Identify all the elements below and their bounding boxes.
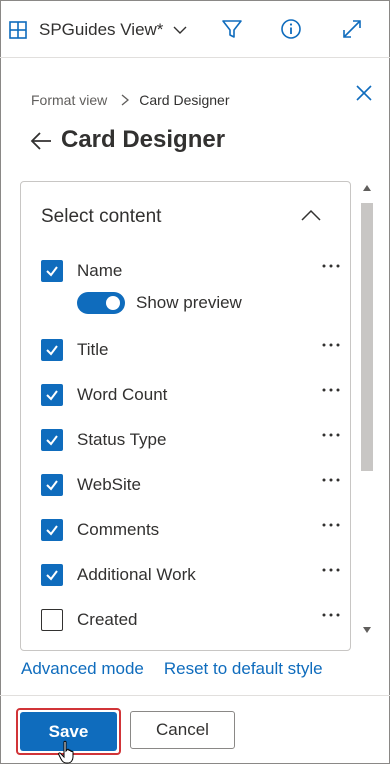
show-preview-toggle-row[interactable]: Show preview: [77, 290, 242, 316]
more-options-icon[interactable]: [321, 612, 341, 618]
field-label: WebSite: [77, 475, 141, 494]
more-options-icon[interactable]: [321, 342, 341, 348]
field-label: Name: [77, 261, 123, 280]
info-button[interactable]: [279, 17, 303, 41]
page-title: Card Designer: [61, 126, 226, 153]
expand-button[interactable]: [340, 17, 364, 41]
field-row-word-count[interactable]: Word Count: [41, 381, 340, 409]
back-arrow-icon[interactable]: [30, 131, 52, 151]
field-row-title[interactable]: Title: [41, 336, 340, 364]
view-name: SPGuides View*: [39, 20, 164, 39]
checkbox-checked[interactable]: [41, 260, 63, 282]
field-row-status-type[interactable]: Status Type: [41, 426, 340, 454]
vertical-scrollbar[interactable]: [358, 181, 376, 637]
breadcrumb-format-view[interactable]: Format view: [31, 92, 107, 108]
scroll-up-arrow-icon[interactable]: [363, 185, 371, 191]
checkbox-checked[interactable]: [41, 429, 63, 451]
field-label: Status Type: [77, 430, 167, 449]
checkbox-unchecked[interactable]: [41, 609, 63, 631]
checkmark-icon: [46, 435, 58, 446]
chevron-right-icon: [121, 94, 130, 106]
hand-pointer-cursor-icon: [58, 740, 74, 764]
checkbox-checked[interactable]: [41, 564, 63, 586]
select-content-section: Select content Name Show preview Title W…: [20, 181, 351, 651]
checkmark-icon: [46, 390, 58, 401]
expand-icon: [343, 20, 361, 38]
view-switcher[interactable]: SPGuides View*: [9, 16, 187, 44]
toggle-label: Show preview: [136, 293, 242, 312]
breadcrumb-current: Card Designer: [139, 92, 230, 108]
cancel-button[interactable]: Cancel: [130, 711, 235, 749]
mode-links: Advanced mode Reset to default style: [21, 659, 323, 679]
checkmark-icon: [46, 570, 58, 581]
grid-view-icon: [9, 21, 27, 39]
chevron-up-icon[interactable]: [301, 208, 321, 222]
field-label: Comments: [77, 520, 160, 539]
more-options-icon[interactable]: [321, 567, 341, 573]
section-heading: Select content: [41, 206, 162, 227]
field-row-name[interactable]: Name: [41, 257, 340, 285]
more-options-icon[interactable]: [321, 477, 341, 483]
checkmark-icon: [46, 480, 58, 491]
filter-icon: [222, 20, 242, 38]
scroll-down-arrow-icon[interactable]: [363, 627, 371, 633]
field-row-additional-work[interactable]: Additional Work: [41, 561, 340, 589]
advanced-mode-link[interactable]: Advanced mode: [21, 659, 144, 679]
breadcrumb: Format view Card Designer: [31, 92, 230, 108]
checkbox-checked[interactable]: [41, 519, 63, 541]
checkbox-checked[interactable]: [41, 339, 63, 361]
field-row-comments[interactable]: Comments: [41, 516, 340, 544]
close-icon[interactable]: [354, 83, 374, 103]
field-row-created[interactable]: Created: [41, 606, 340, 634]
more-options-icon[interactable]: [321, 263, 341, 269]
more-options-icon[interactable]: [321, 432, 341, 438]
filter-button[interactable]: [220, 17, 244, 41]
checkmark-icon: [46, 266, 58, 277]
scrollbar-thumb[interactable]: [361, 203, 373, 471]
show-preview-toggle[interactable]: [77, 292, 125, 314]
field-label: Additional Work: [77, 565, 196, 584]
checkbox-checked[interactable]: [41, 384, 63, 406]
checkmark-icon: [46, 525, 58, 536]
checkmark-icon: [46, 345, 58, 356]
field-row-website[interactable]: WebSite: [41, 471, 340, 499]
reset-default-style-link[interactable]: Reset to default style: [164, 659, 323, 679]
field-label: Created: [77, 610, 138, 629]
more-options-icon[interactable]: [321, 387, 341, 393]
toggle-knob: [106, 296, 120, 310]
field-label: Title: [77, 340, 109, 359]
chevron-down-icon: [173, 26, 187, 34]
top-command-bar: SPGuides View*: [0, 0, 390, 58]
checkbox-checked[interactable]: [41, 474, 63, 496]
more-options-icon[interactable]: [321, 522, 341, 528]
field-label: Word Count: [77, 385, 168, 404]
info-icon: [281, 19, 301, 39]
